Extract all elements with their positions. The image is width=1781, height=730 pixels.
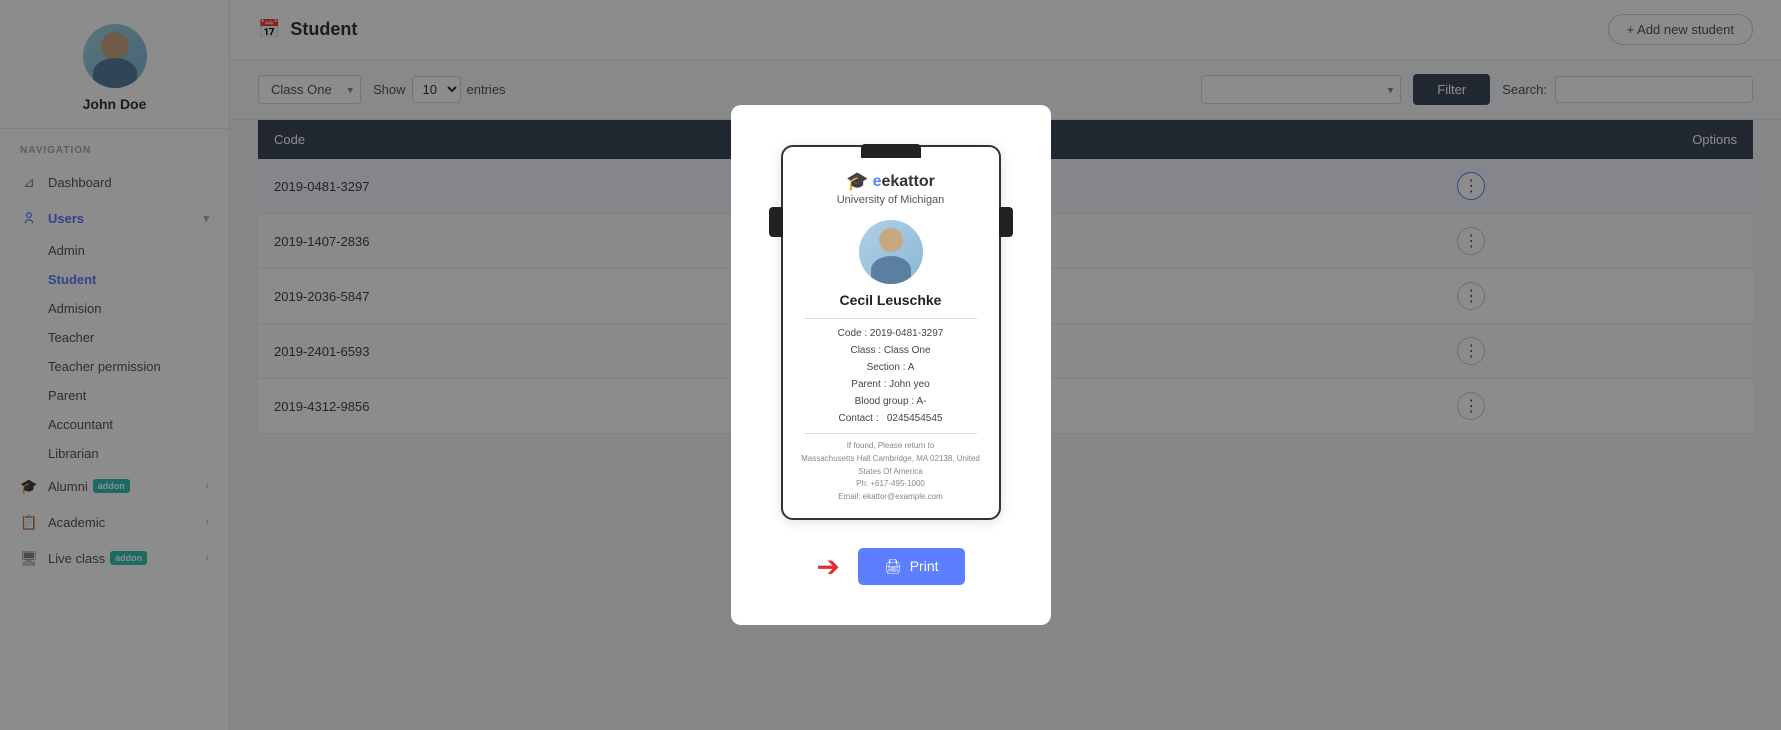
card-info: Code : 2019-0481-3297 Class : Class One … [783,325,999,427]
id-card-clip [861,144,921,158]
card-footer: If found, Please return to Massachusetts… [783,440,999,504]
student-name-on-card: Cecil Leuschke [840,292,942,308]
printer-icon: 🖨 [884,558,902,575]
card-divider-2 [804,433,977,434]
id-card-notch-left [769,207,783,237]
print-area: ➔ 🖨 Print [816,548,964,585]
id-card-notch-right [999,207,1013,237]
arrow-icon: ➔ [816,550,839,583]
ekattor-logo-icon: 🎓 [846,171,868,192]
modal: 🎓 eekattor University of Michigan Cecil … [731,105,1051,625]
card-divider-1 [804,318,977,319]
university-name: University of Michigan [837,194,945,206]
print-button[interactable]: 🖨 Print [858,548,965,585]
modal-overlay[interactable]: 🎓 eekattor University of Michigan Cecil … [0,0,1781,730]
id-card: 🎓 eekattor University of Michigan Cecil … [781,145,1001,520]
student-photo [859,220,923,284]
id-card-logo-area: 🎓 eekattor University of Michigan [837,159,945,212]
ekattor-logo-text: eekattor [873,173,935,191]
